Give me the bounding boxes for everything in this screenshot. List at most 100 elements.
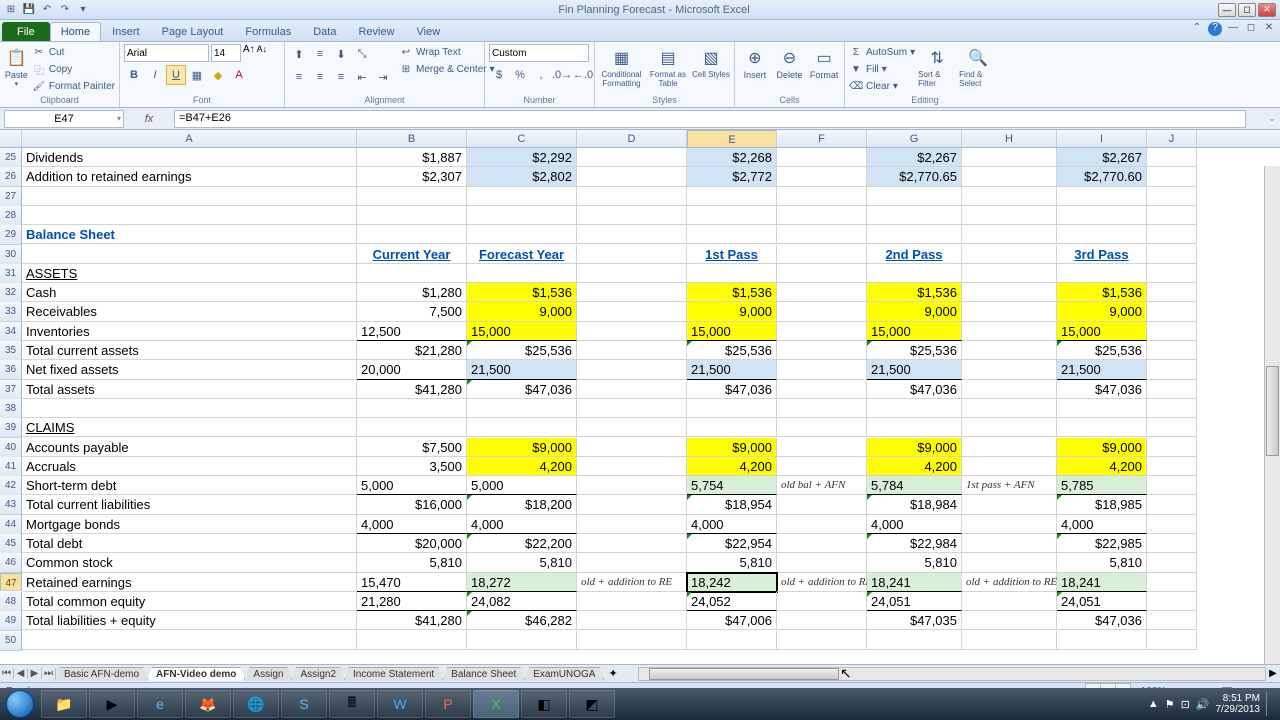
- row-header[interactable]: 50: [0, 631, 22, 651]
- cell-C28[interactable]: [467, 206, 577, 225]
- cell-G28[interactable]: [867, 206, 962, 225]
- cell-H26[interactable]: [962, 167, 1057, 186]
- col-header-E[interactable]: E: [687, 130, 777, 148]
- cell-D36[interactable]: [577, 360, 687, 379]
- cell-C48[interactable]: 24,082: [467, 592, 577, 611]
- cell-E50[interactable]: [687, 631, 777, 650]
- cell-C26[interactable]: $2,802: [467, 167, 577, 186]
- cell-F25[interactable]: [777, 148, 867, 167]
- sheet-tab[interactable]: AFN-Video demo: [147, 667, 245, 681]
- cell-H30[interactable]: [962, 245, 1057, 264]
- cell-C33[interactable]: 9,000: [467, 302, 577, 321]
- cell-A42[interactable]: Short-term debt: [22, 476, 357, 495]
- cell-A38[interactable]: [22, 399, 357, 418]
- row-header[interactable]: 37: [0, 380, 22, 400]
- sheet-tab[interactable]: ExamUNOGA: [524, 667, 604, 681]
- cell-G47[interactable]: 18,241: [867, 573, 962, 592]
- firefox-taskbar-icon[interactable]: 🦊: [185, 690, 231, 718]
- cell-C46[interactable]: 5,810: [467, 553, 577, 572]
- cell-D37[interactable]: [577, 380, 687, 399]
- cell-D35[interactable]: [577, 341, 687, 360]
- cell-J46[interactable]: [1147, 553, 1197, 572]
- cell-F27[interactable]: [777, 187, 867, 206]
- cell-G36[interactable]: 21,500: [867, 360, 962, 379]
- cell-E26[interactable]: $2,772: [687, 167, 777, 186]
- cell-C43[interactable]: $18,200: [467, 495, 577, 514]
- font-name-select[interactable]: [124, 44, 209, 62]
- cell-H46[interactable]: [962, 553, 1057, 572]
- cell-G49[interactable]: $47,035: [867, 611, 962, 630]
- cell-A32[interactable]: Cash: [22, 283, 357, 302]
- wrap-text-button[interactable]: ↩Wrap Text: [399, 44, 495, 60]
- cell-H35[interactable]: [962, 341, 1057, 360]
- cell-E30[interactable]: 1st Pass: [687, 245, 777, 264]
- cell-E39[interactable]: [687, 418, 777, 437]
- cell-A49[interactable]: Total liabilities + equity: [22, 611, 357, 630]
- autosum-button[interactable]: ΣAutoSum ▾: [849, 44, 915, 60]
- cell-A26[interactable]: Addition to retained earnings: [22, 167, 357, 186]
- cell-B29[interactable]: [357, 225, 467, 244]
- number-format-select[interactable]: [489, 44, 589, 62]
- row-header[interactable]: 40: [0, 438, 22, 458]
- cell-I45[interactable]: $22,985: [1057, 534, 1147, 553]
- cell-F41[interactable]: [777, 457, 867, 476]
- cell-I49[interactable]: $47,036: [1057, 611, 1147, 630]
- cell-G43[interactable]: $18,984: [867, 495, 962, 514]
- font-color-button[interactable]: A: [229, 65, 249, 85]
- cell-F33[interactable]: [777, 302, 867, 321]
- select-all-corner[interactable]: [0, 130, 22, 147]
- row-header[interactable]: 48: [0, 592, 22, 612]
- cell-E46[interactable]: 5,810: [687, 553, 777, 572]
- cell-A46[interactable]: Common stock: [22, 553, 357, 572]
- cell-C30[interactable]: Forecast Year: [467, 245, 577, 264]
- cell-E47[interactable]: 18,242: [687, 573, 777, 592]
- cell-G32[interactable]: $1,536: [867, 283, 962, 302]
- cell-E44[interactable]: 4,000: [687, 515, 777, 534]
- cell-H38[interactable]: [962, 399, 1057, 418]
- cell-I46[interactable]: 5,810: [1057, 553, 1147, 572]
- cell-B41[interactable]: 3,500: [357, 457, 467, 476]
- workbook-restore-icon[interactable]: ◻: [1244, 22, 1258, 36]
- tab-insert[interactable]: Insert: [101, 22, 151, 41]
- explorer-taskbar-icon[interactable]: 📁: [41, 690, 87, 718]
- tab-view[interactable]: View: [406, 22, 452, 41]
- align-bot-icon[interactable]: ⬇: [331, 44, 351, 64]
- cell-B39[interactable]: [357, 418, 467, 437]
- cell-E41[interactable]: 4,200: [687, 457, 777, 476]
- tray-flag-icon[interactable]: ⚑: [1165, 698, 1175, 711]
- cell-G38[interactable]: [867, 399, 962, 418]
- cell-H40[interactable]: [962, 438, 1057, 457]
- sheet-tab[interactable]: Income Statement: [344, 667, 443, 681]
- cell-I27[interactable]: [1057, 187, 1147, 206]
- col-header-B[interactable]: B: [357, 130, 467, 147]
- cell-G25[interactable]: $2,267: [867, 148, 962, 167]
- cell-B37[interactable]: $41,280: [357, 380, 467, 399]
- cell-A44[interactable]: Mortgage bonds: [22, 515, 357, 534]
- undo-icon[interactable]: ↶: [40, 3, 54, 17]
- maximize-button[interactable]: ◻: [1238, 3, 1256, 17]
- fill-color-button[interactable]: ◆: [208, 65, 228, 85]
- cell-B44[interactable]: 4,000: [357, 515, 467, 534]
- cell-H50[interactable]: [962, 631, 1057, 650]
- cell-A31[interactable]: ASSETS: [22, 264, 357, 283]
- cell-I48[interactable]: 24,051: [1057, 592, 1147, 611]
- cell-G34[interactable]: 15,000: [867, 322, 962, 341]
- cell-B43[interactable]: $16,000: [357, 495, 467, 514]
- cell-D50[interactable]: [577, 631, 687, 650]
- cell-A28[interactable]: [22, 206, 357, 225]
- cell-E40[interactable]: $9,000: [687, 438, 777, 457]
- cell-B49[interactable]: $41,280: [357, 611, 467, 630]
- clear-button[interactable]: ⌫Clear ▾: [849, 78, 915, 94]
- row-header[interactable]: 45: [0, 534, 22, 554]
- cell-G42[interactable]: 5,784: [867, 476, 962, 495]
- cell-B30[interactable]: Current Year: [357, 245, 467, 264]
- cell-D28[interactable]: [577, 206, 687, 225]
- cell-A41[interactable]: Accruals: [22, 457, 357, 476]
- cell-E32[interactable]: $1,536: [687, 283, 777, 302]
- cell-F40[interactable]: [777, 438, 867, 457]
- cell-J36[interactable]: [1147, 360, 1197, 379]
- scrollbar-thumb[interactable]: [1266, 366, 1279, 456]
- cell-J37[interactable]: [1147, 380, 1197, 399]
- close-button[interactable]: ✕: [1258, 3, 1276, 17]
- cell-J38[interactable]: [1147, 399, 1197, 418]
